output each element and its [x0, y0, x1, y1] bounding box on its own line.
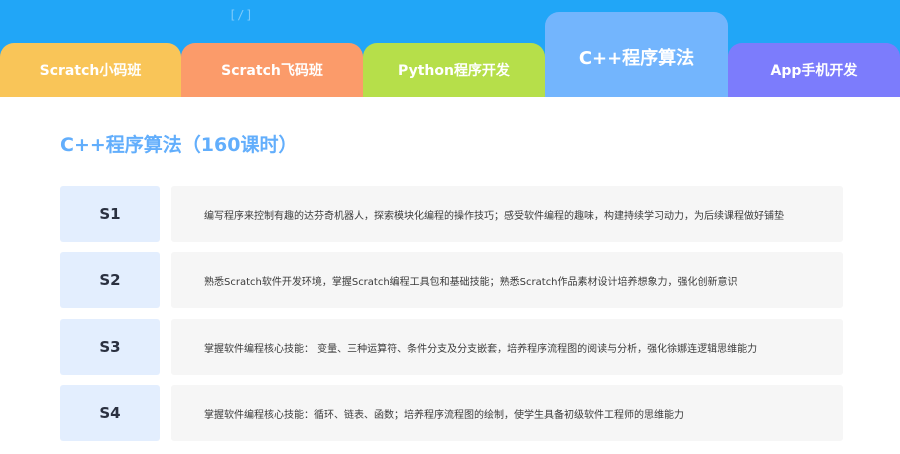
section-title: C++程序算法（160课时）	[60, 134, 298, 156]
tab-label: C++程序算法	[578, 48, 695, 69]
tab-label: App手机开发	[770, 63, 858, 79]
tab-python[interactable]: Python程序开发	[363, 43, 545, 97]
tab-app[interactable]: App手机开发	[728, 43, 900, 97]
level-row: S1 编写程序来控制有趣的达芬奇机器人，探索模块化编程的操作技巧；感受软件编程的…	[60, 186, 843, 242]
tab-scratch-feima[interactable]: Scratch飞码班	[181, 43, 363, 97]
level-row: S2 熟悉Scratch软件开发环境，掌握Scratch编程工具包和基础技能；熟…	[60, 252, 843, 308]
level-description: 熟悉Scratch软件开发环境，掌握Scratch编程工具包和基础技能；熟悉Sc…	[171, 252, 843, 308]
level-badge: S3	[60, 319, 160, 375]
level-badge: S1	[60, 186, 160, 242]
level-row: S3 掌握软件编程核心技能： 变量、三种运算符、条件分支及分支嵌套，培养程序流程…	[60, 319, 843, 375]
level-badge: S4	[60, 385, 160, 441]
level-description: 编写程序来控制有趣的达芬奇机器人，探索模块化编程的操作技巧；感受软件编程的趣味，…	[171, 186, 843, 242]
level-badge: S2	[60, 252, 160, 308]
tab-label: Scratch小码班	[39, 63, 142, 79]
level-description: 掌握软件编程核心技能：循环、链表、函数；培养程序流程图的绘制，使学生具备初级软件…	[171, 385, 843, 441]
tab-cpp-active[interactable]: C++程序算法	[545, 12, 728, 97]
level-description: 掌握软件编程核心技能： 变量、三种运算符、条件分支及分支嵌套，培养程序流程图的阅…	[171, 319, 843, 375]
tab-label: Python程序开发	[398, 63, 510, 79]
tab-scratch-xiaoma[interactable]: Scratch小码班	[0, 43, 181, 97]
banner-mark: [/]	[229, 8, 254, 22]
tab-label: Scratch飞码班	[221, 63, 323, 79]
level-row: S4 掌握软件编程核心技能：循环、链表、函数；培养程序流程图的绘制，使学生具备初…	[60, 385, 843, 441]
